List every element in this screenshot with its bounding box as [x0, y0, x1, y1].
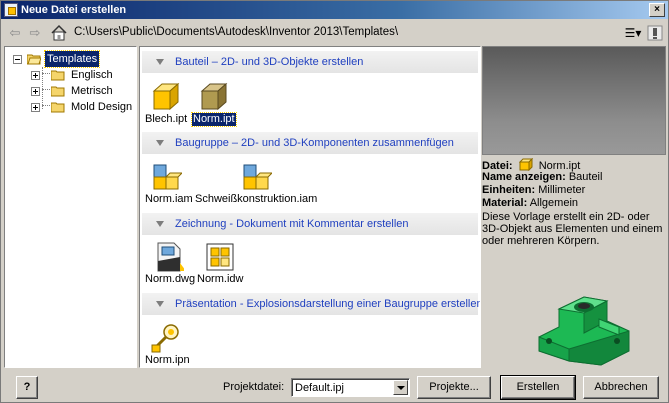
info-units-row: Einheiten: Millimeter [482, 184, 668, 197]
presentation-icon [151, 324, 179, 353]
file-name: Norm.ipt [191, 112, 237, 127]
info-label: Name anzeigen: [482, 171, 566, 183]
chevron-down-icon[interactable] [393, 380, 408, 395]
expand-toggle[interactable] [31, 103, 40, 112]
part-icon [200, 82, 228, 111]
part-icon [152, 82, 180, 111]
template-list: Bauteil – 2D- und 3D-Objekte erstellen B… [139, 46, 481, 368]
help-button[interactable]: ? [16, 376, 38, 399]
section-title: Zeichnung - Dokument mit Kommentar erste… [175, 218, 409, 230]
section-title: Bauteil – 2D- und 3D-Objekte erstellen [175, 56, 364, 68]
collapse-arrow-icon [156, 140, 164, 146]
tree-label: Metrisch [71, 85, 113, 97]
info-file-row: Datei: Norm.ipt [482, 157, 668, 172]
cancel-button[interactable]: Abbrechen [583, 376, 659, 399]
file-name: Schweißkonstruktion.iam [195, 193, 318, 205]
project-file-label: Projektdatei: [223, 381, 285, 393]
tree-label: Templates [43, 50, 101, 68]
file-item-blech-ipt[interactable]: Blech.ipt [144, 81, 188, 127]
new-file-dialog: Neue Datei erstellen × ⇦ ⇨ C:\Users\Publ… [0, 0, 669, 403]
projects-button[interactable]: Projekte... [417, 376, 491, 399]
forward-button[interactable]: ⇨ [26, 25, 44, 41]
file-name: Norm.dwg [145, 273, 196, 285]
current-path: C:\Users\Public\Documents\Autodesk\Inven… [74, 26, 399, 38]
collapse-arrow-icon [156, 221, 164, 227]
file-name: Norm.ipn [145, 354, 190, 366]
collapse-arrow-icon [156, 59, 164, 65]
view-options-button[interactable]: ☰▾ [622, 25, 644, 41]
title-bar[interactable]: Neue Datei erstellen × [1, 1, 668, 19]
dwg-icon [157, 242, 184, 272]
file-name: Norm.iam [145, 193, 193, 205]
dialog-footer: ? Projektdatei: Default.ipj Projekte... … [1, 370, 668, 402]
expand-toggle[interactable] [31, 71, 40, 80]
info-icon[interactable] [647, 25, 663, 41]
file-item-norm-ipt[interactable]: Norm.ipt [191, 81, 238, 127]
weldment-icon [243, 164, 272, 190]
file-item-schweisskonstruktion-iam[interactable]: Schweißkonstruktion.iam [194, 161, 324, 207]
folder-icon [51, 70, 65, 81]
info-value: Allgemein [529, 197, 579, 209]
back-button[interactable]: ⇦ [6, 25, 24, 41]
section-title: Baugruppe – 2D- und 3D-Komponenten zusam… [175, 137, 454, 149]
folder-icon [51, 86, 65, 97]
collapse-toggle[interactable] [13, 55, 22, 64]
template-description: Diese Vorlage erstellt ein 2D- oder 3D-O… [482, 211, 663, 247]
idw-icon [206, 243, 234, 271]
info-display-row: Name anzeigen: Bauteil [482, 171, 668, 184]
info-label: Einheiten: [482, 184, 536, 196]
file-name: Norm.idw [197, 273, 244, 285]
folder-open-icon [27, 54, 41, 65]
app-icon [4, 3, 18, 17]
folder-icon [51, 102, 65, 113]
section-header-praesentation[interactable]: Präsentation - Explosionsdarstellung ein… [142, 293, 481, 315]
section-header-baugruppe[interactable]: Baugruppe – 2D- und 3D-Komponenten zusam… [142, 132, 478, 154]
info-value: Millimeter [538, 184, 586, 196]
home-icon[interactable] [50, 24, 68, 42]
info-value: Bauteil [568, 171, 603, 183]
template-info: Datei: Norm.ipt Name anzeigen: Bauteil E… [482, 157, 668, 247]
file-item-norm-iam[interactable]: Norm.iam [144, 161, 193, 207]
section-header-zeichnung[interactable]: Zeichnung - Dokument mit Kommentar erste… [142, 213, 478, 235]
assembly-icon [153, 164, 182, 190]
part-preview-image [538, 296, 630, 366]
create-button[interactable]: Erstellen [500, 375, 576, 400]
section-header-bauteil[interactable]: Bauteil – 2D- und 3D-Objekte erstellen [142, 51, 478, 73]
info-label: Material: [482, 197, 528, 209]
part-icon [518, 157, 533, 172]
address-bar: ⇦ ⇨ C:\Users\Public\Documents\Autodesk\I… [4, 22, 666, 44]
collapse-arrow-icon [156, 301, 164, 307]
window-title: Neue Datei erstellen [21, 4, 127, 16]
file-name: Blech.ipt [145, 113, 188, 125]
expand-toggle[interactable] [31, 87, 40, 96]
project-file-select[interactable]: Default.ipj [291, 378, 410, 397]
template-preview [482, 46, 666, 155]
file-item-norm-idw[interactable]: Norm.idw [196, 241, 244, 287]
project-file-value: Default.ipj [295, 382, 344, 394]
info-material-row: Material: Allgemein [482, 197, 668, 210]
tree-label: Englisch [71, 69, 113, 81]
close-button[interactable]: × [649, 3, 665, 17]
folder-tree: Templates Englisch Metrisch Mold Design [4, 46, 137, 368]
section-title: Präsentation - Explosionsdarstellung ein… [175, 298, 481, 310]
file-item-norm-dwg[interactable]: Norm.dwg [144, 241, 196, 287]
tree-label: Mold Design [71, 101, 133, 113]
file-item-norm-ipn[interactable]: Norm.ipn [144, 322, 190, 367]
